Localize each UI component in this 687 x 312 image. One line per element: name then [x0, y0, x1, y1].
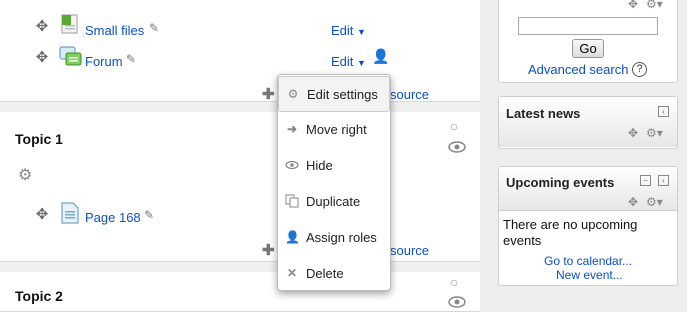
menu-item-duplicate[interactable]: Duplicate: [278, 184, 390, 220]
gear-icon: ⚙: [287, 87, 299, 101]
page-icon: [61, 202, 79, 224]
assign-roles-icon: 👤: [285, 230, 300, 244]
activity-link-small-files[interactable]: Small files: [85, 23, 144, 38]
menu-item-label: Delete: [306, 266, 344, 281]
delete-icon: ✕: [286, 266, 298, 280]
menu-item-hide[interactable]: Hide: [278, 148, 390, 184]
groupmode-person-icon[interactable]: 👤: [372, 48, 389, 65]
move-icon[interactable]: ✥: [628, 195, 638, 209]
menu-item-label: Hide: [306, 158, 333, 173]
block-title: Latest news: [506, 106, 581, 121]
new-event-link[interactable]: New event...: [556, 268, 623, 282]
move-icon[interactable]: ✥: [628, 0, 638, 11]
help-icon[interactable]: ?: [632, 62, 647, 77]
add-icon[interactable]: ✚: [262, 85, 275, 103]
no-events-text: There are no upcoming events: [503, 217, 638, 248]
edit-label: Edit: [331, 54, 354, 69]
section-separator: [0, 102, 482, 112]
edit-menu-button[interactable]: Edit ▼: [331, 54, 366, 69]
menu-item-assign-roles[interactable]: 👤 Assign roles: [278, 220, 390, 256]
eye-icon: [285, 160, 299, 170]
gear-icon[interactable]: ⚙▾: [646, 0, 663, 11]
caret-down-icon: ▼: [357, 58, 366, 68]
duplicate-icon: [285, 194, 299, 208]
eye-icon[interactable]: [448, 141, 466, 153]
folder-file-icon: [61, 14, 78, 34]
edit-label: Edit: [331, 23, 354, 38]
add-resource-link[interactable]: source: [390, 243, 429, 258]
advanced-search-link[interactable]: Advanced search: [528, 62, 628, 77]
dock-icon[interactable]: ‹: [658, 175, 669, 186]
gear-icon[interactable]: ⚙▾: [646, 195, 663, 209]
move-icon[interactable]: ✥: [628, 126, 638, 140]
gear-icon[interactable]: ⚙: [18, 165, 32, 185]
search-input[interactable]: [518, 17, 658, 35]
menu-item-edit-settings[interactable]: ⚙ Edit settings: [278, 76, 390, 112]
eye-icon[interactable]: [448, 296, 466, 308]
forum-icon: [59, 46, 82, 66]
dock-icon[interactable]: ‹: [658, 106, 669, 117]
section-topic-1: [0, 112, 480, 262]
activity-link-page-168[interactable]: Page 168: [85, 210, 141, 225]
pencil-icon[interactable]: ✎: [144, 208, 154, 222]
block-title: Upcoming events: [506, 175, 615, 190]
menu-item-label: Assign roles: [306, 230, 377, 245]
gear-icon[interactable]: ⚙▾: [646, 126, 663, 140]
edit-dropdown-menu: ⚙ Edit settings ➜ Move right Hide Duplic…: [277, 74, 391, 291]
section-topic-2: [0, 272, 480, 312]
add-resource-link[interactable]: source: [390, 87, 429, 102]
section-title: Topic 2: [15, 288, 63, 304]
menu-item-label: Duplicate: [306, 194, 361, 209]
menu-item-move-right[interactable]: ➜ Move right: [278, 112, 390, 148]
arrow-right-icon: ➜: [286, 122, 298, 136]
caret-down-icon: ▼: [357, 27, 366, 37]
pencil-icon[interactable]: ✎: [149, 21, 159, 35]
section-title: Topic 1: [15, 131, 63, 147]
menu-item-label: Edit settings: [307, 87, 378, 102]
lightbulb-icon[interactable]: ○: [450, 118, 458, 134]
move-icon[interactable]: ✥: [35, 50, 49, 65]
edit-menu-button[interactable]: Edit ▼: [331, 23, 366, 38]
lightbulb-icon[interactable]: ○: [450, 274, 458, 290]
move-icon[interactable]: ✥: [35, 19, 49, 34]
move-icon[interactable]: ✥: [35, 207, 49, 222]
section-separator: [0, 262, 482, 272]
go-button[interactable]: Go: [572, 39, 604, 58]
go-to-calendar-link[interactable]: Go to calendar...: [544, 254, 632, 268]
menu-item-label: Move right: [306, 122, 367, 137]
activity-link-forum[interactable]: Forum: [85, 54, 123, 69]
pencil-icon[interactable]: ✎: [126, 52, 136, 66]
add-icon[interactable]: ✚: [262, 241, 275, 259]
collapse-icon[interactable]: −: [640, 175, 651, 186]
menu-item-delete[interactable]: ✕ Delete: [278, 256, 390, 292]
